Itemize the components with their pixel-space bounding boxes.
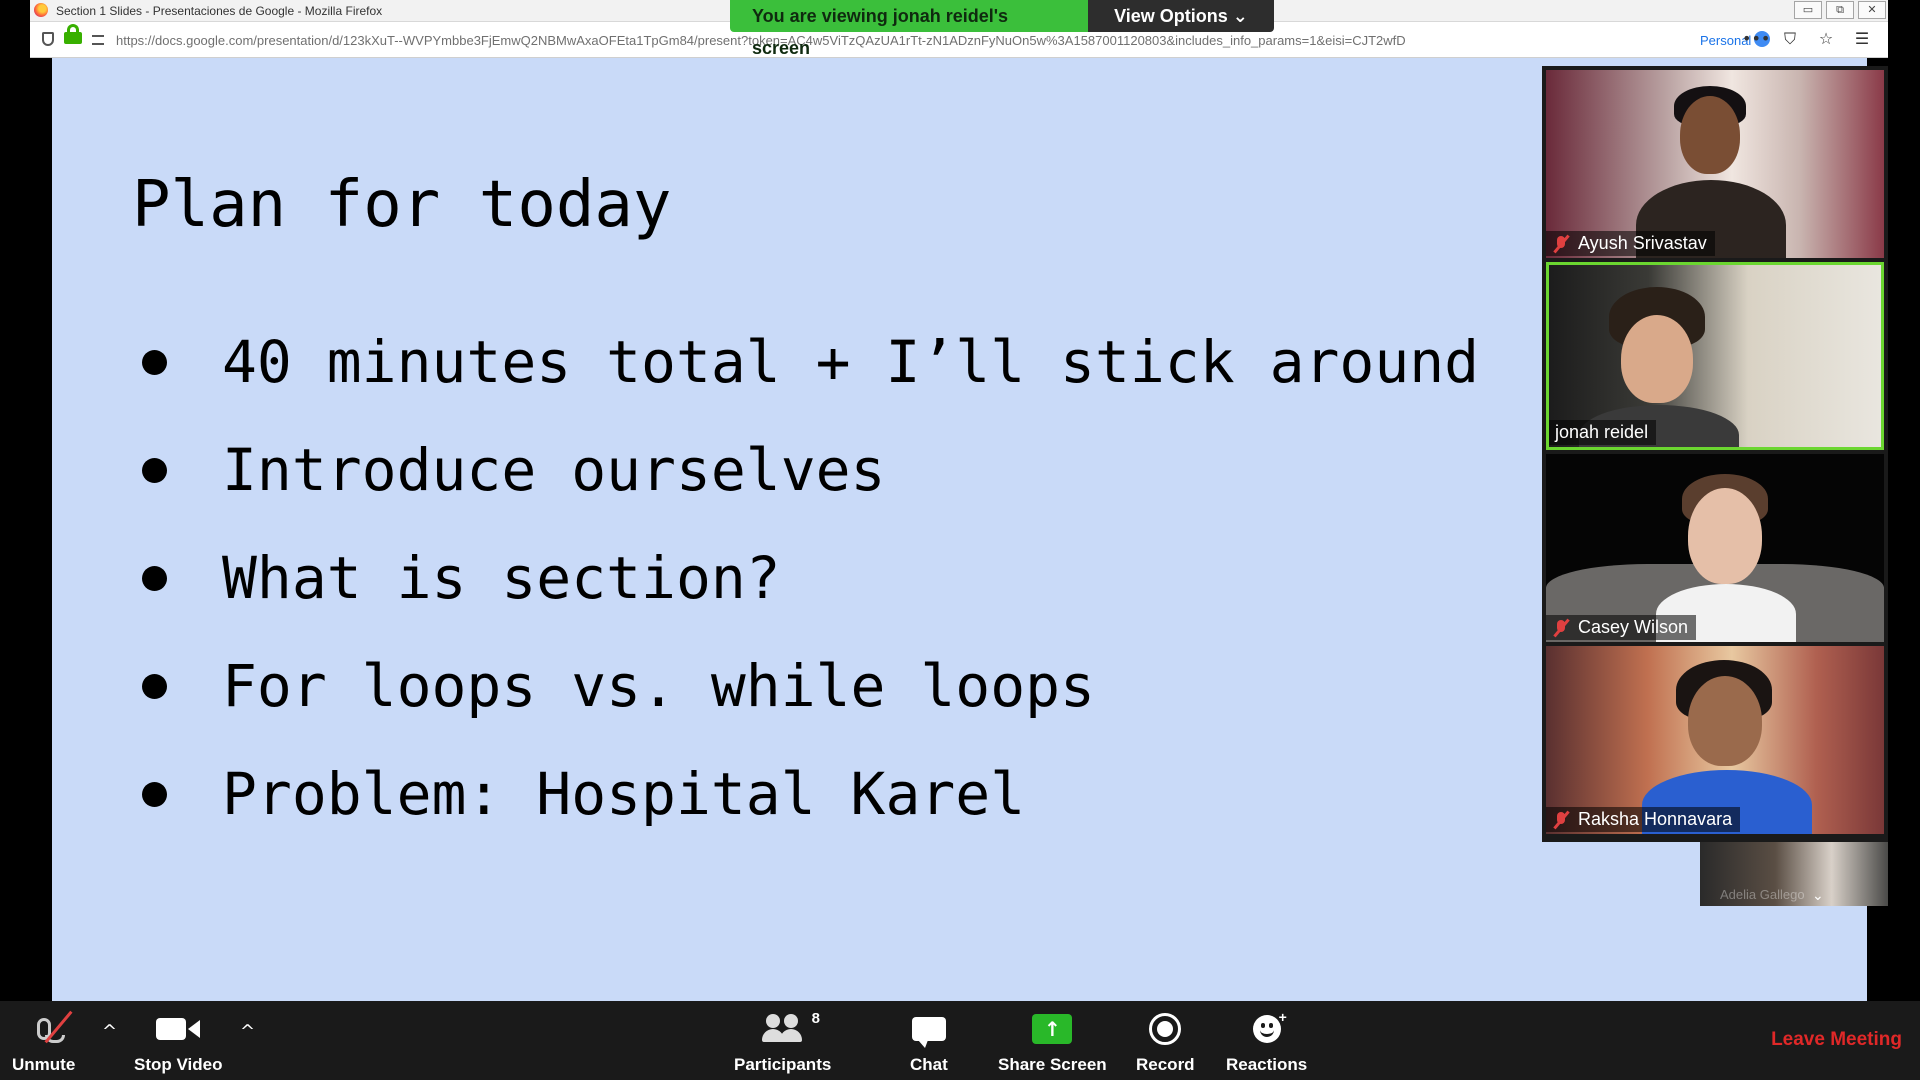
chat-label: Chat [910, 1055, 948, 1074]
share-screen-icon: ↑ [1032, 1009, 1073, 1049]
participant-face [1688, 488, 1762, 584]
slide-bullet: Introduce ourselves [142, 416, 1479, 524]
participant-name: Ayush Srivastav [1578, 233, 1707, 253]
bullet-dot-icon [142, 349, 167, 375]
participant-face [1621, 315, 1693, 403]
reactions-smile-icon: + [1252, 1009, 1287, 1049]
window-controls: ▭ ⧉ ✕ [1794, 1, 1886, 19]
reactions-button[interactable]: + Reactions [1226, 1009, 1307, 1075]
pocket-icon[interactable]: ⛉ [1778, 28, 1802, 50]
bullet-text: For loops vs. while loops [222, 652, 1095, 720]
record-label: Record [1136, 1055, 1195, 1074]
slide-bullet-list: 40 minutes total + I’ll stick around Int… [142, 308, 1479, 848]
slide-bullet: What is section? [142, 524, 1479, 632]
bullet-text: 40 minutes total + I’ll stick around [222, 328, 1480, 396]
participants-icon: 8 [761, 1009, 820, 1049]
firefox-logo-icon [34, 3, 48, 17]
participant-name: Adelia Gallego [1720, 887, 1805, 902]
record-button[interactable]: Record [1136, 1009, 1195, 1075]
screen-share-banner: You are viewing jonah reidel's screen Vi… [730, 0, 1274, 58]
video-tile-raksha[interactable]: Raksha Honnavara [1546, 646, 1884, 834]
participants-button[interactable]: 8 Participants [734, 1009, 831, 1075]
tracking-shield-icon[interactable] [42, 32, 54, 46]
muted-mic-icon [1552, 810, 1570, 829]
participant-name-tag: Casey Wilson [1546, 615, 1697, 640]
chat-icon [911, 1009, 946, 1049]
bullet-text: Problem: Hospital Karel [222, 760, 1026, 828]
participant-name: Casey Wilson [1578, 617, 1689, 637]
unmute-button[interactable]: Unmute [12, 1009, 75, 1075]
bullet-dot-icon [142, 781, 167, 807]
video-gallery: Ayush Srivastav jonah reidel Casey Wilso… [1542, 66, 1888, 842]
share-screen-label: Share Screen [998, 1055, 1107, 1074]
video-tile-casey[interactable]: Casey Wilson [1546, 454, 1884, 642]
stop-video-button[interactable]: Stop Video [134, 1009, 222, 1075]
slide-bullet: For loops vs. while loops [142, 632, 1479, 740]
view-options-button[interactable]: View Options ⌄ [1088, 0, 1274, 32]
participant-name-tag: Ayush Srivastav [1546, 231, 1715, 256]
bullet-text: Introduce ourselves [222, 436, 886, 504]
expand-gallery-chevron-icon[interactable]: ⌄ [1812, 888, 1824, 904]
restore-button[interactable]: ⧉ [1826, 1, 1854, 19]
participants-label: Participants [734, 1055, 832, 1074]
permissions-icon[interactable] [92, 35, 104, 45]
video-tile-jonah[interactable]: jonah reidel [1546, 262, 1884, 450]
slide-title: Plan for today [132, 168, 672, 242]
muted-mic-icon [1552, 618, 1570, 637]
viewing-screen-label: You are viewing jonah reidel's screen [730, 0, 1088, 58]
mic-muted-icon [36, 1009, 73, 1049]
participant-name: Raksha Honnavara [1578, 809, 1733, 829]
participant-name-tag: jonah reidel [1549, 420, 1657, 445]
stop-video-label: Stop Video [134, 1055, 223, 1074]
participant-name-tag: Raksha Honnavara [1546, 807, 1741, 832]
participants-count: 8 [811, 1010, 820, 1027]
chat-button[interactable]: Chat [910, 1009, 948, 1075]
url-actions: ••• ⛉ ☆ ☰ [1742, 28, 1874, 50]
more-actions-icon[interactable]: ••• [1742, 28, 1770, 50]
participant-face [1680, 96, 1740, 174]
video-camera-icon [156, 1009, 201, 1049]
close-button[interactable]: ✕ [1858, 1, 1886, 19]
minimize-button[interactable]: ▭ [1794, 1, 1822, 19]
bullet-dot-icon [142, 565, 167, 591]
participant-face [1688, 676, 1762, 766]
bookmark-star-icon[interactable]: ☆ [1814, 28, 1838, 50]
lock-icon[interactable] [64, 24, 82, 44]
audio-options-caret-icon[interactable]: ^ [102, 1021, 117, 1042]
leave-meeting-button[interactable]: Leave Meeting [1771, 1029, 1902, 1051]
reactions-label: Reactions [1226, 1055, 1308, 1074]
video-options-caret-icon[interactable]: ^ [240, 1021, 255, 1042]
meeting-toolbar: Unmute ^ Stop Video ^ 8 Participants Cha… [0, 1001, 1920, 1080]
window-title: Section 1 Slides - Presentaciones de Goo… [56, 4, 383, 18]
muted-mic-icon [1552, 234, 1570, 253]
participant-name: jonah reidel [1555, 422, 1649, 442]
share-screen-button[interactable]: ↑ Share Screen [998, 1009, 1107, 1075]
slide-bullet: 40 minutes total + I’ll stick around [142, 308, 1479, 416]
slide-bullet: Problem: Hospital Karel [142, 740, 1479, 848]
bullet-dot-icon [142, 457, 167, 483]
video-tile-ayush[interactable]: Ayush Srivastav [1546, 70, 1884, 258]
video-tile-mini[interactable]: Adelia Gallego ⌄ [1700, 842, 1888, 906]
bullet-text: What is section? [222, 544, 781, 612]
bullet-dot-icon [142, 673, 167, 699]
unmute-label: Unmute [12, 1055, 76, 1074]
record-icon [1149, 1009, 1182, 1049]
menu-icon[interactable]: ☰ [1850, 28, 1874, 50]
